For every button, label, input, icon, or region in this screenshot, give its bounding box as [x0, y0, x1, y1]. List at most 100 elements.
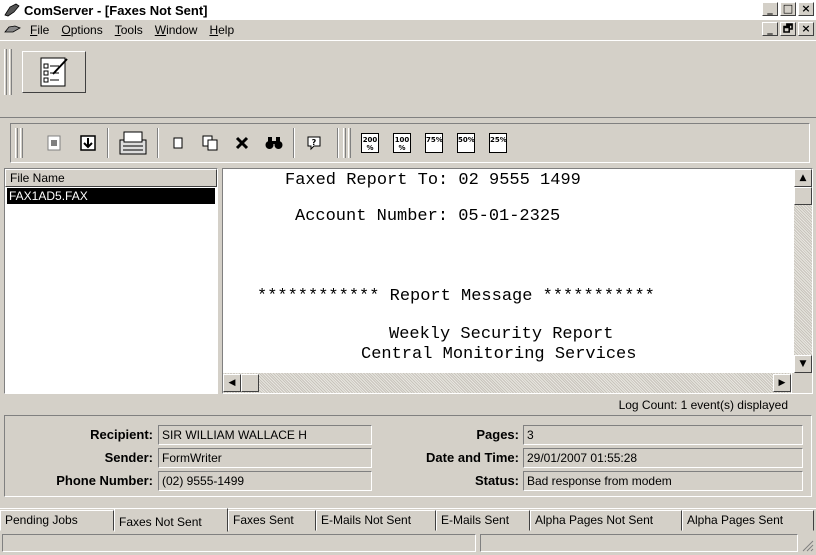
- doc-line-central-monitoring: Central Monitoring Services: [361, 345, 637, 364]
- zoom-200-button[interactable]: 200%: [357, 130, 383, 156]
- status-bar: [0, 533, 816, 553]
- zoom-50-icon: 50%: [457, 133, 475, 153]
- doc-line-account: Account Number: 05-01-2325: [295, 207, 561, 226]
- tab-strip: Pending Jobs Faxes Not Sent Faxes Sent E…: [0, 508, 816, 532]
- vertical-scrollbar[interactable]: ▲ ▼: [794, 169, 812, 373]
- date-time-label: Date and Time:: [426, 450, 519, 465]
- tab-faxes-not-sent[interactable]: Faxes Not Sent: [114, 508, 228, 532]
- zoom-100-button[interactable]: 100%: [389, 130, 415, 156]
- zoom-25-label: 25: [490, 136, 500, 144]
- tab-alpha-pages-sent[interactable]: Alpha Pages Sent: [682, 510, 814, 531]
- sender-field: FormWriter: [158, 448, 372, 468]
- report-checklist-button[interactable]: [22, 51, 86, 93]
- recipient-label: Recipient:: [90, 427, 153, 442]
- status-panel-secondary: [480, 534, 798, 552]
- file-list-item[interactable]: FAX1AD5.FAX: [7, 188, 215, 204]
- new-button[interactable]: [165, 130, 191, 156]
- fax-document: Faxed Report To: 02 9555 1499 Account Nu…: [223, 169, 791, 373]
- help-balloon-icon: ?: [307, 136, 321, 151]
- scroll-down-button[interactable]: ▼: [794, 355, 812, 373]
- tab-emails-sent[interactable]: E-Mails Sent: [436, 510, 530, 531]
- mdi-restore-button[interactable]: 🗗: [780, 22, 796, 36]
- fax-machine-button[interactable]: [115, 130, 151, 156]
- tab-emails-not-sent[interactable]: E-Mails Not Sent: [316, 510, 436, 531]
- import-button[interactable]: [75, 130, 101, 156]
- menu-help-accel: H: [209, 22, 219, 37]
- mdi-minimize-button[interactable]: _: [762, 22, 778, 36]
- pages-label: Pages:: [476, 427, 519, 442]
- fax-machine-icon: [119, 131, 147, 155]
- blank-page-icon: [173, 137, 183, 149]
- zoom-200-icon: 200%: [361, 133, 379, 153]
- menu-window[interactable]: Window: [149, 23, 204, 37]
- menu-file[interactable]: File: [24, 23, 55, 37]
- recipient-field: SIR WILLIAM WALLACE H: [158, 425, 372, 445]
- zoom-200-label: 200: [362, 136, 378, 144]
- tab-alpha-pages-not-sent[interactable]: Alpha Pages Not Sent: [530, 510, 682, 531]
- scroll-left-button[interactable]: ◀: [223, 374, 241, 392]
- mdi-close-button[interactable]: ×: [798, 22, 814, 36]
- toolbar-separator: [293, 128, 295, 158]
- window-title: ComServer - [Faxes Not Sent]: [24, 2, 208, 18]
- delete-x-icon: [235, 136, 249, 150]
- status-field: Bad response from modem: [523, 471, 803, 491]
- doc-line-weekly-report: Weekly Security Report: [389, 325, 614, 344]
- binoculars-icon: [265, 137, 283, 149]
- toolbar-grip[interactable]: [348, 128, 351, 158]
- phone-number-label: Phone Number:: [56, 473, 153, 488]
- phone-number-field: (02) 9555-1499: [158, 471, 372, 491]
- pages-field: 3: [523, 425, 803, 445]
- menu-options-label: ptions: [70, 22, 103, 37]
- document-toolbar: ? 200% 100% 75% 50% 25%: [10, 123, 810, 163]
- menu-tools-label: ools: [120, 22, 143, 37]
- minimize-button[interactable]: _: [762, 2, 778, 16]
- zoom-50-button[interactable]: 50%: [453, 130, 479, 156]
- fax-preview-pane[interactable]: Faxed Report To: 02 9555 1499 Account Nu…: [222, 168, 813, 394]
- zoom-25-icon: 25%: [489, 133, 507, 153]
- find-button[interactable]: [261, 130, 287, 156]
- toolbar-grip[interactable]: [343, 128, 346, 158]
- zoom-25-button[interactable]: 25%: [485, 130, 511, 156]
- menu-options-accel: O: [61, 22, 71, 37]
- main-toolbar: [0, 40, 816, 118]
- document-window-icon[interactable]: [4, 23, 24, 37]
- toolbar-separator: [157, 128, 159, 158]
- menu-tools[interactable]: Tools: [109, 23, 149, 37]
- toolbar-grip[interactable]: [15, 128, 18, 158]
- report-button[interactable]: [41, 130, 67, 156]
- checklist-icon: [40, 57, 68, 87]
- menu-help[interactable]: Help: [203, 23, 240, 37]
- doc-line-faxed-to: Faxed Report To: 02 9555 1499: [285, 171, 581, 190]
- toolbar-grip[interactable]: [9, 49, 12, 95]
- menu-file-label: ile: [37, 22, 50, 37]
- date-time-field: 29/01/2007 01:55:28: [523, 448, 803, 468]
- scroll-up-button[interactable]: ▲: [794, 169, 812, 187]
- menu-window-accel: W: [154, 22, 167, 37]
- horizontal-scrollbar[interactable]: ◀ ▶: [223, 373, 791, 393]
- scroll-right-button[interactable]: ▶: [773, 374, 791, 392]
- menu-options[interactable]: Options: [55, 23, 108, 37]
- help-button[interactable]: ?: [301, 130, 327, 156]
- horizontal-scroll-thumb[interactable]: [241, 374, 259, 392]
- zoom-100-label: 100: [394, 136, 410, 144]
- status-panel-main: [2, 534, 476, 552]
- menu-window-label: indow: [166, 22, 198, 37]
- toolbar-grip[interactable]: [4, 49, 7, 95]
- app-icon: [4, 2, 22, 18]
- tab-faxes-sent[interactable]: Faxes Sent: [228, 510, 316, 531]
- delete-button[interactable]: [229, 130, 255, 156]
- toolbar-grip[interactable]: [20, 128, 23, 158]
- menu-bar: File Options Tools Window Help _ 🗗 ×: [0, 20, 816, 39]
- close-button[interactable]: ×: [798, 2, 814, 16]
- vertical-scroll-thumb[interactable]: [794, 187, 812, 205]
- maximize-button[interactable]: □: [780, 2, 796, 16]
- tab-pending-jobs[interactable]: Pending Jobs: [0, 510, 114, 531]
- zoom-75-button[interactable]: 75%: [421, 130, 447, 156]
- file-list[interactable]: File Name FAX1AD5.FAX: [4, 168, 218, 394]
- file-name-column-header[interactable]: File Name: [5, 169, 217, 187]
- toolbar-separator: [337, 128, 339, 158]
- sender-label: Sender:: [104, 450, 153, 465]
- resize-grip-icon[interactable]: [800, 538, 814, 552]
- log-count: Log Count: 1 event(s) displayed: [618, 398, 788, 412]
- copy-button[interactable]: [197, 130, 223, 156]
